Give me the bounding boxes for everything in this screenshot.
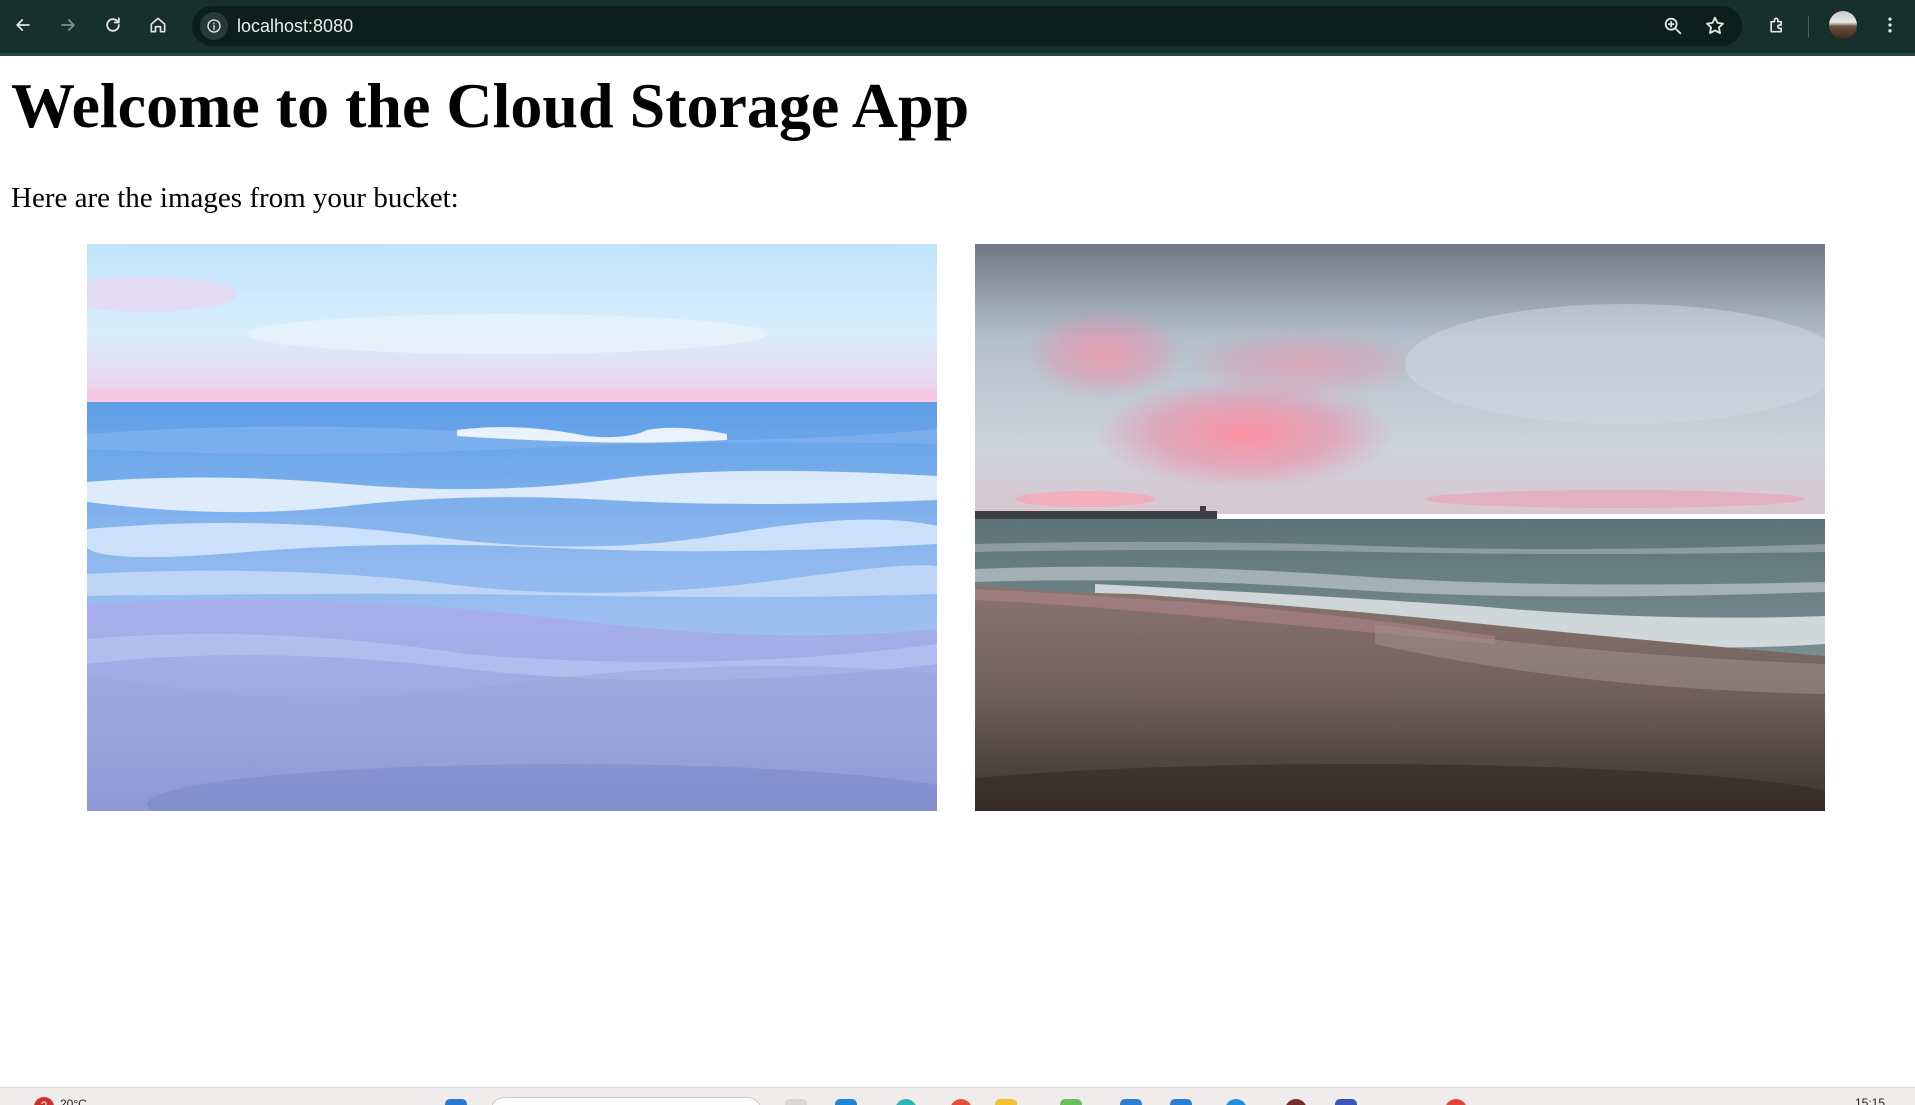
browser-toolbar: localhost:8080 <box>0 0 1915 56</box>
file-explorer-icon[interactable] <box>995 1099 1017 1105</box>
toolbar-border <box>0 53 1915 56</box>
zoom-icon[interactable] <box>1662 15 1684 37</box>
start-icon[interactable] <box>445 1099 467 1105</box>
edge-icon[interactable] <box>895 1099 917 1105</box>
toolbar-divider <box>1808 16 1809 38</box>
page-title: Welcome to the Cloud Storage App <box>11 70 970 141</box>
taskbar-app-icon[interactable] <box>1120 1099 1142 1105</box>
taskbar-app-icon[interactable] <box>1285 1099 1307 1105</box>
intro-text: Here are the images from your bucket: <box>11 182 459 214</box>
taskbar-app-icon[interactable] <box>1445 1099 1467 1105</box>
weather-badge[interactable]: 2 <box>34 1097 54 1105</box>
taskbar-app-icon[interactable] <box>1170 1099 1192 1105</box>
profile-avatar[interactable] <box>1829 11 1857 39</box>
taskbar-clock[interactable]: 15:15 <box>1855 1096 1885 1105</box>
site-info-icon[interactable] <box>200 12 228 40</box>
forward-arrow-icon[interactable] <box>51 8 85 42</box>
os-taskbar: 2 20°C 15:15 <box>0 1087 1915 1105</box>
bookmark-star-icon[interactable] <box>1704 15 1726 37</box>
taskbar-app-icon[interactable] <box>1225 1099 1247 1105</box>
home-icon[interactable] <box>141 8 175 42</box>
extensions-icon[interactable] <box>1760 8 1794 42</box>
weather-temperature[interactable]: 20°C <box>60 1097 87 1105</box>
url-text[interactable]: localhost:8080 <box>237 6 353 46</box>
taskbar-app-icon[interactable] <box>1060 1099 1082 1105</box>
taskbar-app-icon[interactable] <box>835 1099 857 1105</box>
taskbar-app-icon[interactable] <box>1335 1099 1357 1105</box>
address-bar[interactable]: localhost:8080 <box>192 6 1742 46</box>
more-menu-icon[interactable] <box>1873 8 1907 42</box>
reload-icon[interactable] <box>96 8 130 42</box>
back-arrow-icon[interactable] <box>6 8 40 42</box>
bucket-image-2 <box>975 244 1825 811</box>
chrome-icon[interactable] <box>950 1099 972 1105</box>
task-view-icon[interactable] <box>785 1099 807 1105</box>
taskbar-search-box[interactable] <box>490 1097 762 1105</box>
bucket-image-1 <box>87 244 937 811</box>
